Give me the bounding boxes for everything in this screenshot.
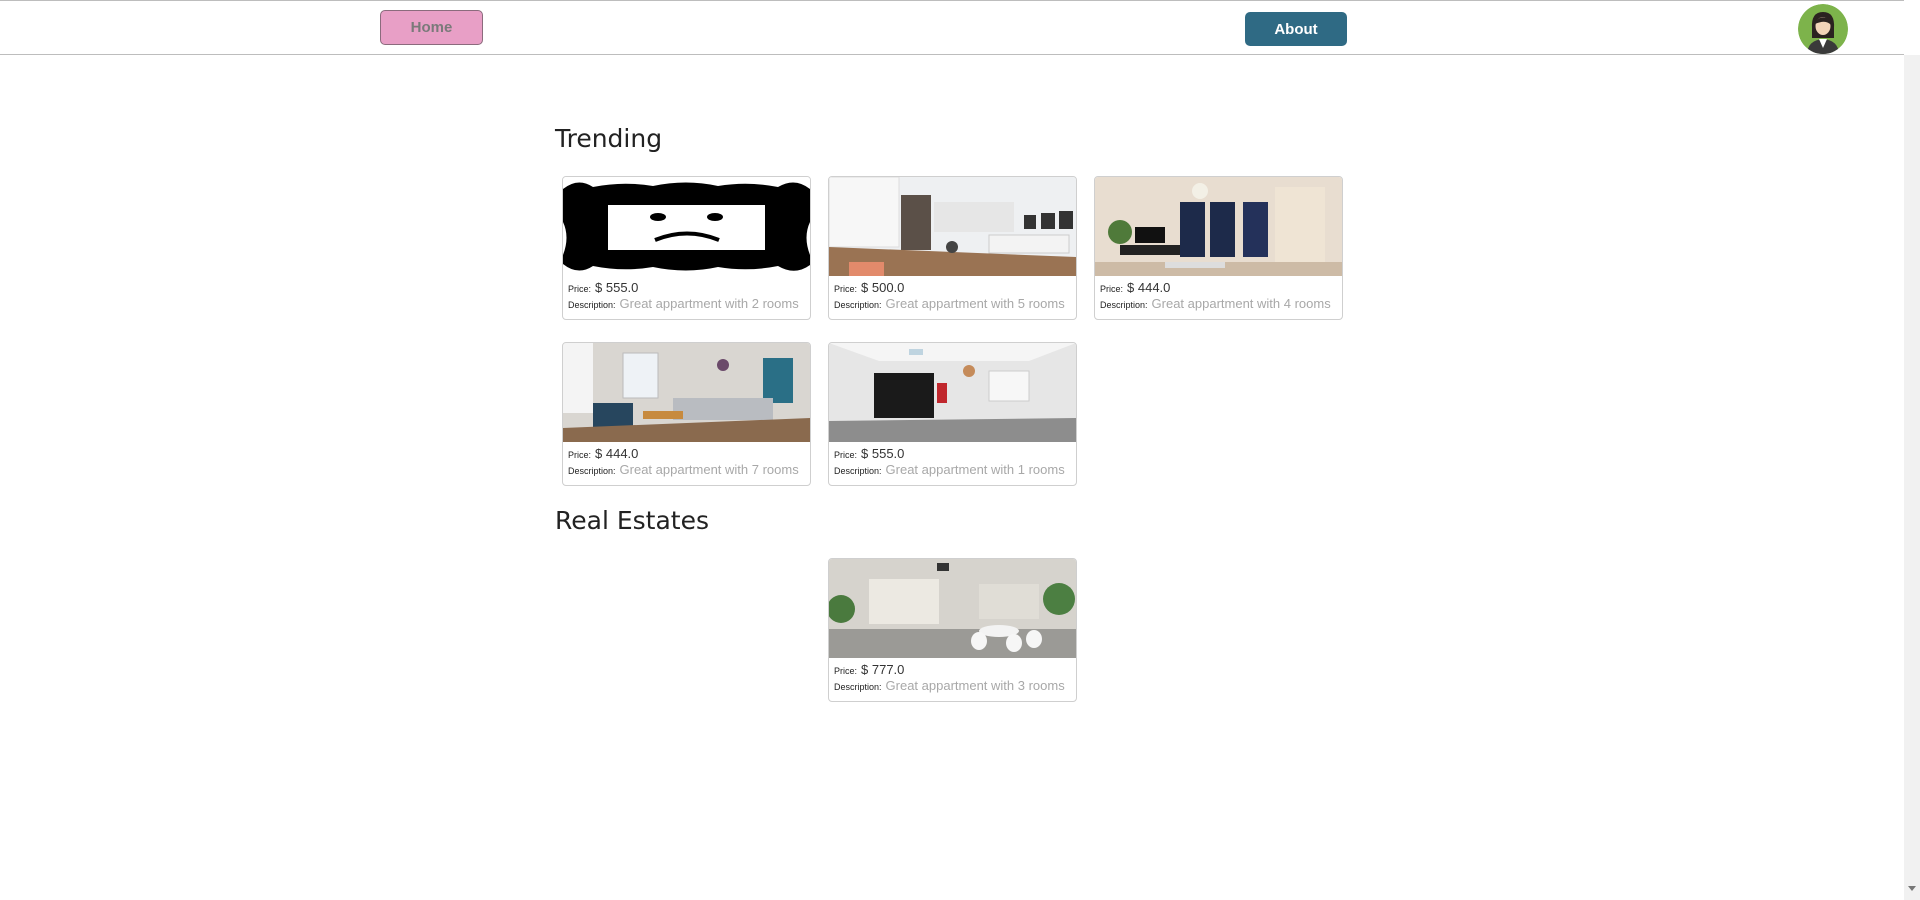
description-value: Great appartment with 7 rooms <box>619 462 799 477</box>
property-card[interactable]: Price: $ 777.0 Description: Great appartme… <box>828 558 1077 702</box>
description-label: Description: <box>1100 300 1148 310</box>
description-value: Great appartment with 2 rooms <box>619 296 799 311</box>
trending-title: Trending <box>555 124 663 153</box>
property-image <box>563 343 810 442</box>
price-label: Price: <box>568 284 592 294</box>
property-card[interactable]: Price: $ 555.0 Description: Great appartme… <box>828 342 1077 486</box>
price-label: Price: <box>834 666 858 676</box>
price-value: $ 555.0 <box>861 446 905 461</box>
description-value: Great appartment with 5 rooms <box>885 296 1065 311</box>
top-nav: Home About <box>0 0 1904 55</box>
price-value: $ 777.0 <box>861 662 905 677</box>
price-value: $ 444.0 <box>595 446 639 461</box>
property-card[interactable]: Price: $ 555.0 Description: Great appartme… <box>562 176 811 320</box>
description-label: Description: <box>568 466 616 476</box>
property-image <box>1095 177 1342 276</box>
price-label: Price: <box>568 450 592 460</box>
property-image <box>563 177 810 276</box>
description-label: Description: <box>568 300 616 310</box>
property-image <box>829 177 1076 276</box>
price-label: Price: <box>834 450 858 460</box>
about-button[interactable]: About <box>1245 12 1347 46</box>
description-label: Description: <box>834 466 882 476</box>
property-image <box>829 343 1076 442</box>
avatar-icon <box>1798 4 1848 54</box>
home-button[interactable]: Home <box>380 10 483 45</box>
description-value: Great appartment with 1 rooms <box>885 462 1065 477</box>
description-label: Description: <box>834 300 882 310</box>
property-card[interactable]: Price: $ 444.0 Description: Great appartme… <box>1094 176 1343 320</box>
real-estates-title: Real Estates <box>555 506 709 535</box>
price-label: Price: <box>1100 284 1124 294</box>
user-avatar[interactable] <box>1798 4 1848 54</box>
price-value: $ 555.0 <box>595 280 639 295</box>
description-label: Description: <box>834 682 882 692</box>
scrollbar[interactable] <box>1904 55 1920 900</box>
scroll-down-arrow-icon[interactable] <box>1908 886 1916 891</box>
price-label: Price: <box>834 284 858 294</box>
property-card[interactable]: Price: $ 500.0 Description: Great appartme… <box>828 176 1077 320</box>
description-value: Great appartment with 3 rooms <box>885 678 1065 693</box>
property-image <box>829 559 1076 658</box>
property-card[interactable]: Price: $ 444.0 Description: Great appartme… <box>562 342 811 486</box>
price-value: $ 444.0 <box>1127 280 1171 295</box>
price-value: $ 500.0 <box>861 280 905 295</box>
description-value: Great appartment with 4 rooms <box>1151 296 1331 311</box>
